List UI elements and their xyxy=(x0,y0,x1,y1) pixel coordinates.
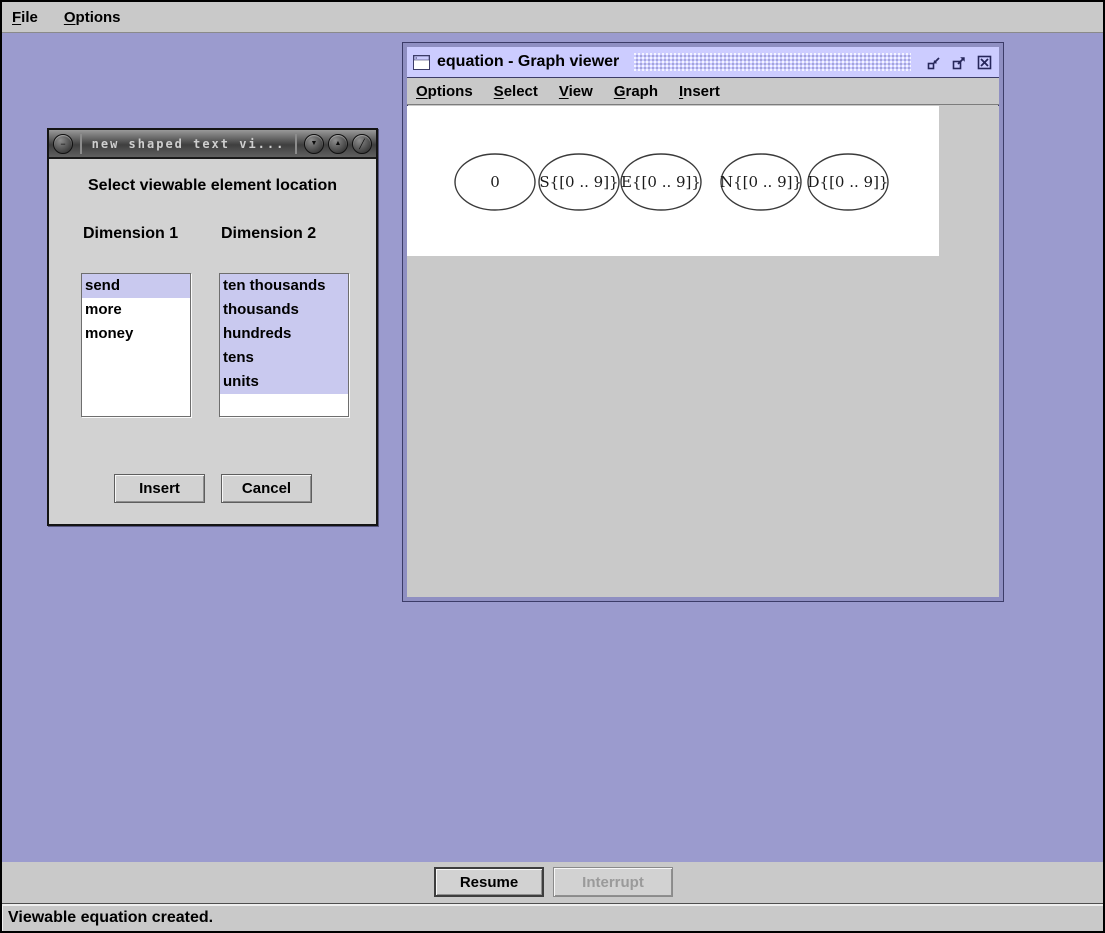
desktop: − New shaped text vi... ▼ ▲ ╱ Select vie… xyxy=(2,33,1103,862)
dialog-new-shaped-text-viewer: − New shaped text vi... ▼ ▲ ╱ Select vie… xyxy=(47,128,378,526)
graph-viewer-window: equation - Graph viewer xyxy=(403,43,1003,601)
unshade-button[interactable]: ▲ xyxy=(328,134,348,154)
graph-canvas[interactable]: 0 S{[0 .. 9]} E{[0 .. 9]} N{[0 .. 9 xyxy=(407,106,939,256)
window-controls xyxy=(926,54,993,71)
node-label: E{[0 .. 9]} xyxy=(621,173,701,191)
interrupt-button: Interrupt xyxy=(553,867,673,897)
menu-file[interactable]: File xyxy=(12,9,38,26)
dialog-title-area: New shaped text vi... xyxy=(80,134,297,154)
node-label: D{[0 .. 9]} xyxy=(808,173,889,191)
menu-gv-view[interactable]: View xyxy=(559,83,593,100)
list-item[interactable]: thousands xyxy=(220,298,348,322)
triangle-down-icon: ▼ xyxy=(311,140,318,147)
dialog-titlebar[interactable]: − New shaped text vi... ▼ ▲ ╱ xyxy=(49,130,376,159)
node-label: 0 xyxy=(490,173,500,191)
maximize-icon[interactable] xyxy=(951,54,968,71)
menu-gv-insert[interactable]: Insert xyxy=(679,83,720,100)
list-item[interactable]: units xyxy=(220,370,348,394)
graph-viewer-menubar: Options Select View Graph Insert xyxy=(407,78,999,105)
app-menubar: File Options xyxy=(2,2,1103,33)
graph-viewer-title: equation - Graph viewer xyxy=(437,53,619,71)
dialog-title: New shaped text vi... xyxy=(92,137,286,151)
graph-node-0[interactable]: 0 xyxy=(455,154,535,210)
list-item[interactable]: ten thousands xyxy=(220,274,348,298)
dialog-heading: Select viewable element location xyxy=(49,177,376,195)
close-button[interactable]: ╱ xyxy=(352,134,372,154)
graph-viewer-titlebar[interactable]: equation - Graph viewer xyxy=(407,47,999,78)
node-label: N{[0 .. 9]} xyxy=(720,173,802,191)
window-icon xyxy=(413,55,430,70)
menu-gv-options[interactable]: Options xyxy=(416,83,473,100)
screen: File Options − New shaped text vi... ▼ ▲… xyxy=(0,0,1105,933)
list-item[interactable]: more xyxy=(82,298,190,322)
menu-gv-select[interactable]: Select xyxy=(494,83,538,100)
dimension2-list[interactable]: ten thousands thousands hundreds tens un… xyxy=(219,273,349,417)
equation-graph: 0 S{[0 .. 9]} E{[0 .. 9]} N{[0 .. 9 xyxy=(407,106,939,256)
dimension1-label: Dimension 1 xyxy=(83,225,178,243)
status-message: Viewable equation created. xyxy=(8,909,213,927)
cancel-button[interactable]: Cancel xyxy=(221,474,312,503)
list-item[interactable]: send xyxy=(82,274,190,298)
insert-button[interactable]: Insert xyxy=(114,474,205,503)
menu-options[interactable]: Options xyxy=(64,9,121,26)
resume-button[interactable]: Resume xyxy=(434,867,544,897)
minus-icon: − xyxy=(60,139,65,149)
list-item[interactable]: tens xyxy=(220,346,348,370)
graph-node-D[interactable]: D{[0 .. 9]} xyxy=(808,154,889,210)
graph-viewport: 0 S{[0 .. 9]} E{[0 .. 9]} N{[0 .. 9 xyxy=(407,106,999,597)
shade-button[interactable]: ▼ xyxy=(304,134,324,154)
list-item[interactable]: hundreds xyxy=(220,322,348,346)
minimize-icon[interactable] xyxy=(926,54,943,71)
dimension2-label: Dimension 2 xyxy=(221,225,316,243)
node-label: S{[0 .. 9]} xyxy=(539,173,618,191)
slash-icon: ╱ xyxy=(359,139,364,149)
graph-node-N[interactable]: N{[0 .. 9]} xyxy=(720,154,802,210)
graph-node-S[interactable]: S{[0 .. 9]} xyxy=(539,154,619,210)
control-bar: Resume Interrupt xyxy=(2,862,1103,903)
dimension1-list[interactable]: send more money xyxy=(81,273,191,417)
triangle-up-icon: ▲ xyxy=(335,140,342,147)
status-bar: Viewable equation created. xyxy=(2,903,1103,931)
menu-gv-graph[interactable]: Graph xyxy=(614,83,658,100)
titlebar-texture xyxy=(634,53,911,71)
window-menu-button[interactable]: − xyxy=(53,134,73,154)
list-item[interactable]: money xyxy=(82,322,190,346)
graph-node-E[interactable]: E{[0 .. 9]} xyxy=(621,154,701,210)
close-icon[interactable] xyxy=(976,54,993,71)
